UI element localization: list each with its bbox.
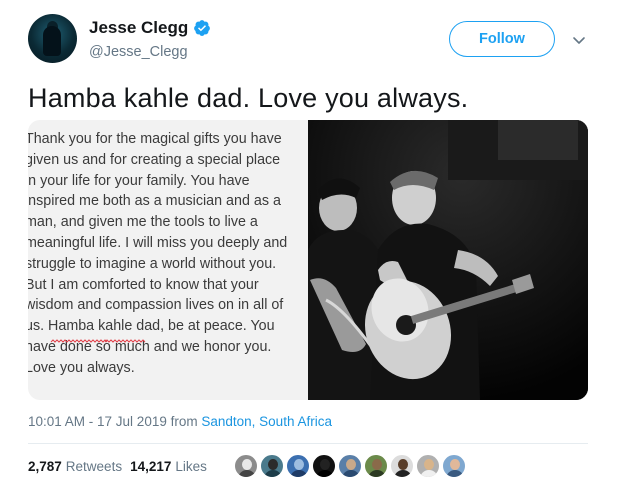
liker-avatar[interactable]	[286, 454, 310, 478]
concert-photo-art	[308, 120, 588, 400]
display-name-row: Jesse Clegg	[89, 18, 211, 38]
tweet-header: Jesse Clegg @Jesse_Clegg Follow	[28, 14, 598, 70]
liker-avatar[interactable]	[364, 454, 388, 478]
concert-photo[interactable]	[308, 120, 588, 400]
follow-button[interactable]: Follow	[449, 21, 555, 57]
liker-avatar[interactable]	[442, 454, 466, 478]
chevron-down-icon[interactable]	[571, 32, 587, 48]
user-handle[interactable]: @Jesse_Clegg	[89, 44, 211, 60]
spellcheck-underline	[50, 339, 146, 343]
divider	[28, 443, 588, 444]
tweet-media[interactable]: Thank you for the magical gifts you have…	[28, 120, 588, 400]
liker-avatar[interactable]	[260, 454, 284, 478]
avatar-figure	[43, 26, 61, 56]
retweets-count[interactable]: 2,787	[28, 459, 62, 474]
letter-image[interactable]: Thank you for the magical gifts you have…	[28, 120, 308, 400]
display-name[interactable]: Jesse Clegg	[89, 18, 188, 38]
liker-avatar[interactable]	[390, 454, 414, 478]
liker-avatar[interactable]	[338, 454, 362, 478]
user-name-block[interactable]: Jesse Clegg @Jesse_Clegg	[89, 18, 211, 60]
tweet-stats: 2,787 Retweets 14,217 Likes	[28, 459, 207, 474]
avatar[interactable]	[28, 14, 77, 63]
liker-avatar[interactable]	[312, 454, 336, 478]
from-label: from	[170, 414, 198, 429]
liker-avatars	[234, 454, 466, 478]
tweet-location-link[interactable]: Sandton, South Africa	[201, 414, 332, 429]
tweet-time[interactable]: 10:01 AM - 17 Jul 2019	[28, 414, 167, 429]
verified-badge-icon	[194, 20, 211, 36]
likes-count[interactable]: 14,217	[130, 459, 171, 474]
tweet-text: Hamba kahle dad. Love you always.	[28, 83, 469, 113]
liker-avatar[interactable]	[416, 454, 440, 478]
tweet-timestamp-row: 10:01 AM - 17 Jul 2019 from Sandton, Sou…	[28, 414, 332, 429]
likes-label[interactable]: Likes	[175, 459, 207, 474]
liker-avatar[interactable]	[234, 454, 258, 478]
retweets-label[interactable]: Retweets	[66, 459, 122, 474]
